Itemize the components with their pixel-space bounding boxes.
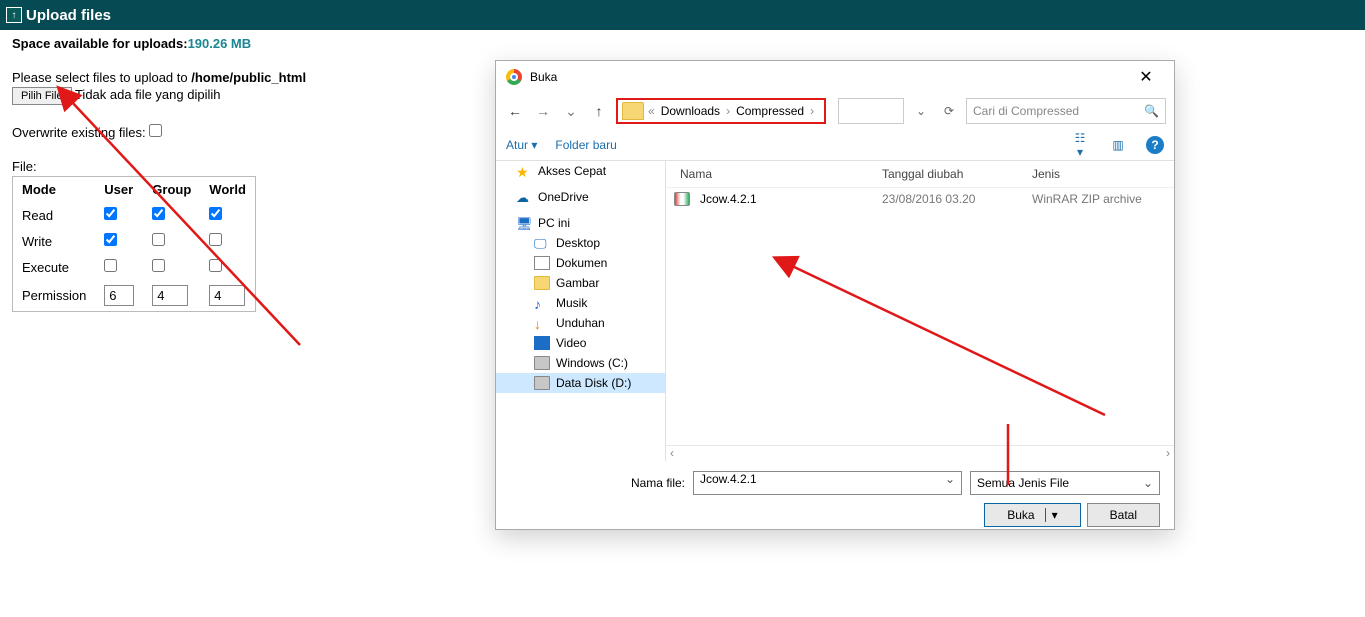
file-list-header: Nama Tanggal diubah Jenis: [666, 161, 1174, 188]
sidebar-item-onedrive[interactable]: ☁OneDrive: [496, 187, 665, 207]
file-type: WinRAR ZIP archive: [1026, 190, 1166, 208]
desktop-icon: 🖵: [534, 236, 550, 250]
sidebar-item-desktop[interactable]: 🖵Desktop: [496, 233, 665, 253]
recent-icon[interactable]: ⌄: [560, 103, 582, 120]
preview-pane-icon[interactable]: ▥: [1108, 138, 1128, 152]
sidebar-item-musik[interactable]: ♪Musik: [496, 293, 665, 313]
file-open-dialog: Buka ✕ ← → ⌄ ↑ « Downloads › Compressed …: [495, 60, 1175, 530]
drive-c-icon: [534, 356, 550, 370]
sidebar-item-dokumen[interactable]: Dokumen: [496, 253, 665, 273]
cloud-icon: ☁: [516, 190, 532, 204]
organize-menu[interactable]: Atur ▾: [506, 138, 537, 152]
sidebar-item-quick[interactable]: ★Akses Cepat: [496, 161, 665, 181]
choose-file-button[interactable]: Pilih File: [12, 87, 72, 105]
sidebar-item-ddrive[interactable]: Data Disk (D:): [496, 373, 665, 393]
read-world-checkbox[interactable]: [209, 207, 222, 220]
perm-user-input[interactable]: [104, 285, 134, 306]
new-folder-button[interactable]: Folder baru: [555, 138, 616, 152]
dialog-title: Buka: [530, 70, 557, 84]
video-icon: [534, 336, 550, 350]
filetype-select[interactable]: Semua Jenis File: [970, 471, 1160, 495]
sidebar-item-video[interactable]: Video: [496, 333, 665, 353]
read-group-checkbox[interactable]: [152, 207, 165, 220]
up-icon[interactable]: ↑: [588, 103, 610, 119]
zip-icon: [674, 192, 690, 206]
refresh-icon[interactable]: ⟳: [938, 104, 960, 118]
crumb-compressed[interactable]: Compressed: [730, 104, 810, 118]
read-user-checkbox[interactable]: [104, 207, 117, 220]
music-icon: ♪: [534, 296, 550, 310]
search-input[interactable]: Cari di Compressed 🔍: [966, 98, 1166, 124]
folder-icon: [622, 102, 644, 120]
pc-icon: 🖥: [516, 216, 532, 230]
sidebar-item-gambar[interactable]: Gambar: [496, 273, 665, 293]
document-icon: [534, 256, 550, 270]
exec-group-checkbox[interactable]: [152, 259, 165, 272]
view-options-icon[interactable]: ☷ ▾: [1070, 131, 1090, 159]
sidebar: ★Akses Cepat ☁OneDrive 🖥PC ini 🖵Desktop …: [496, 161, 666, 461]
no-file-text: Tidak ada file yang dipilih: [75, 87, 221, 102]
address-bar-extend[interactable]: [838, 98, 904, 124]
help-icon[interactable]: ?: [1146, 136, 1164, 154]
file-date: 23/08/2016 03.20: [876, 190, 1026, 208]
chrome-icon: [506, 69, 522, 85]
forward-icon[interactable]: →: [532, 103, 554, 119]
back-icon[interactable]: ←: [504, 103, 526, 119]
perm-group-input[interactable]: [152, 285, 188, 306]
filename-input[interactable]: Jcow.4.2.1: [693, 471, 962, 495]
file-name: Jcow.4.2.1: [694, 190, 876, 208]
horizontal-scrollbar[interactable]: ‹›: [666, 445, 1174, 461]
cancel-button[interactable]: Batal: [1087, 503, 1160, 527]
sidebar-item-pc[interactable]: 🖥PC ini: [496, 213, 665, 233]
upload-icon: ↑: [6, 7, 22, 23]
file-row[interactable]: Jcow.4.2.1 23/08/2016 03.20 WinRAR ZIP a…: [666, 188, 1174, 210]
open-button[interactable]: Buka▾: [984, 503, 1080, 527]
sidebar-item-cdrive[interactable]: Windows (C:): [496, 353, 665, 373]
header-title: Upload files: [26, 7, 111, 24]
filename-label: Nama file:: [510, 476, 685, 490]
write-group-checkbox[interactable]: [152, 233, 165, 246]
star-icon: ★: [516, 164, 532, 178]
sidebar-item-unduhan[interactable]: ↓Unduhan: [496, 313, 665, 333]
perm-world-input[interactable]: [209, 285, 245, 306]
permission-table: Mode User Group World Read Write Execute…: [12, 176, 256, 312]
page-header: ↑ Upload files: [0, 0, 1365, 30]
chevron-down-icon[interactable]: ⌄: [910, 104, 932, 118]
download-icon: ↓: [534, 316, 550, 330]
picture-icon: [534, 276, 550, 290]
crumb-downloads[interactable]: Downloads: [655, 104, 726, 118]
breadcrumb[interactable]: « Downloads › Compressed ›: [616, 98, 826, 124]
close-icon[interactable]: ✕: [1128, 67, 1164, 87]
overwrite-checkbox[interactable]: [149, 124, 162, 137]
drive-d-icon: [534, 376, 550, 390]
overwrite-label: Overwrite existing files:: [12, 125, 146, 140]
exec-user-checkbox[interactable]: [104, 259, 117, 272]
write-world-checkbox[interactable]: [209, 233, 222, 246]
write-user-checkbox[interactable]: [104, 233, 117, 246]
space-line: Space available for uploads:190.26 MB: [12, 36, 1353, 51]
exec-world-checkbox[interactable]: [209, 259, 222, 272]
search-icon: 🔍: [1144, 104, 1159, 118]
open-dropdown-icon[interactable]: ▾: [1045, 508, 1058, 522]
